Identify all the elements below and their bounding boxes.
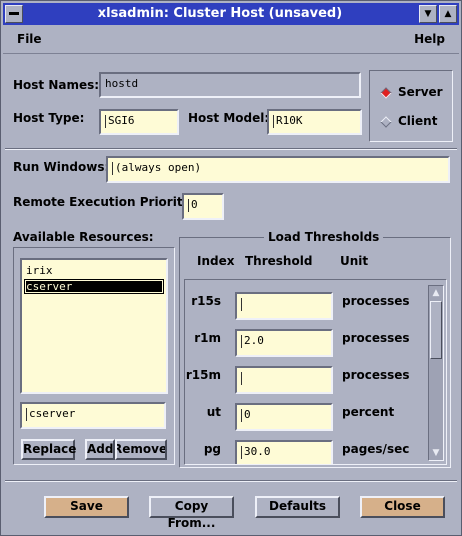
threshold-input[interactable]: 30.0 [235, 440, 333, 464]
threshold-value: 30.0 [244, 445, 271, 458]
run-windows-value: (always open) [115, 161, 202, 174]
save-button[interactable]: Save [44, 496, 129, 518]
priority-label: Remote Execution Priority: [13, 195, 196, 209]
menu-file[interactable]: File [17, 32, 42, 46]
remove-button-label: Remove [115, 442, 167, 456]
threshold-index: r1m [194, 331, 221, 345]
resource-entry-value: cserver [29, 407, 76, 420]
role-radio-group: Server Client [369, 70, 453, 142]
defaults-button[interactable]: Defaults [255, 496, 340, 518]
host-names-field: hostd [99, 72, 361, 98]
resource-entry-field[interactable]: cserver [20, 402, 166, 429]
text-caret [241, 408, 242, 422]
host-names-label: Host Names: [13, 78, 100, 92]
threshold-input[interactable] [235, 292, 333, 320]
threshold-unit: processes [342, 294, 410, 308]
list-item[interactable]: irix [24, 263, 164, 278]
threshold-row-r15s: r15s processes [185, 288, 425, 320]
resources-panel: irix cserver cserver Replace Add Remove [13, 247, 175, 465]
remove-button[interactable]: Remove [115, 439, 167, 460]
priority-value: 0 [191, 198, 198, 211]
host-type-label: Host Type: [13, 111, 85, 125]
text-caret [241, 334, 242, 348]
close-button[interactable]: Close [360, 496, 445, 518]
threshold-row-pg: pg 30.0 pages/sec [185, 436, 425, 464]
menu-bar: File Help [3, 27, 459, 54]
column-header-index: Index [197, 254, 235, 268]
separator [5, 148, 457, 150]
minimize-icon: ▼ [424, 9, 432, 19]
host-type-value: SGI6 [108, 114, 135, 127]
threshold-unit: processes [342, 368, 410, 382]
add-button[interactable]: Add [85, 439, 115, 460]
host-model-value: R10K [276, 114, 303, 127]
thresholds-scroll-area: r15s processes r1m 2.0 processes r15m pr… [184, 279, 447, 465]
text-caret [26, 407, 27, 421]
host-model-field[interactable]: R10K [267, 109, 362, 135]
radio-server-label: Server [398, 85, 443, 99]
threshold-unit: processes [342, 331, 410, 345]
scroll-down-arrow-icon[interactable]: ▼ [430, 447, 442, 459]
title-bar[interactable]: xlsadmin: Cluster Host (unsaved) ▼ ▲ [3, 3, 459, 25]
text-caret [241, 445, 242, 459]
cluster-host-window: xlsadmin: Cluster Host (unsaved) ▼ ▲ Fil… [0, 0, 462, 536]
threshold-input[interactable]: 0 [235, 403, 333, 431]
copy-from-button[interactable]: Copy From... [149, 496, 234, 530]
scroll-thumb[interactable] [430, 301, 442, 359]
load-thresholds-title: Load Thresholds [264, 230, 384, 244]
resources-list[interactable]: irix cserver [20, 258, 168, 394]
replace-button[interactable]: Replace [21, 439, 76, 460]
maximize-icon: ▲ [444, 9, 452, 19]
available-resources-label: Available Resources: [13, 230, 154, 244]
column-header-unit: Unit [340, 254, 369, 268]
text-caret [241, 297, 242, 311]
threshold-row-ut: ut 0 percent [185, 399, 425, 431]
run-windows-field[interactable]: (always open) [106, 156, 450, 183]
threshold-input[interactable] [235, 366, 333, 394]
window-menu-button[interactable] [5, 5, 23, 23]
radio-selected-icon [380, 87, 392, 99]
run-windows-label: Run Windows: [13, 160, 110, 174]
list-item-selected[interactable]: cserver [24, 279, 164, 294]
host-type-field[interactable]: SGI6 [99, 109, 179, 135]
column-header-threshold: Threshold [245, 254, 313, 268]
threshold-unit: percent [342, 405, 395, 419]
threshold-row-r15m: r15m processes [185, 362, 425, 394]
text-caret [105, 114, 106, 128]
text-caret [273, 114, 274, 128]
priority-field[interactable]: 0 [182, 193, 224, 220]
threshold-index: r15s [191, 294, 221, 308]
host-model-label: Host Model: [188, 111, 270, 125]
threshold-value: 2.0 [244, 334, 264, 347]
minimize-button[interactable]: ▼ [419, 5, 437, 23]
text-caret [241, 371, 242, 385]
text-caret [188, 198, 189, 212]
threshold-input[interactable]: 2.0 [235, 329, 333, 357]
window-menu-icon [9, 12, 19, 15]
radio-unselected-icon [380, 116, 392, 128]
host-names-value: hostd [105, 77, 139, 90]
text-caret [112, 161, 113, 175]
radio-client-label: Client [398, 114, 438, 128]
load-thresholds-panel: Load Thresholds Index Threshold Unit r15… [179, 230, 451, 468]
threshold-unit: pages/sec [342, 442, 410, 456]
menu-help[interactable]: Help [414, 32, 445, 46]
maximize-button[interactable]: ▲ [439, 5, 457, 23]
thresholds-scrollbar[interactable]: ▲ ▼ [428, 285, 444, 461]
threshold-index: pg [203, 442, 221, 456]
scroll-up-arrow-icon[interactable]: ▲ [430, 287, 442, 299]
threshold-row-r1m: r1m 2.0 processes [185, 325, 425, 357]
separator [5, 480, 457, 482]
threshold-index: ut [206, 405, 221, 419]
window-title: xlsadmin: Cluster Host (unsaved) [97, 6, 343, 21]
threshold-index: r15m [185, 368, 221, 382]
threshold-value: 0 [244, 408, 251, 421]
